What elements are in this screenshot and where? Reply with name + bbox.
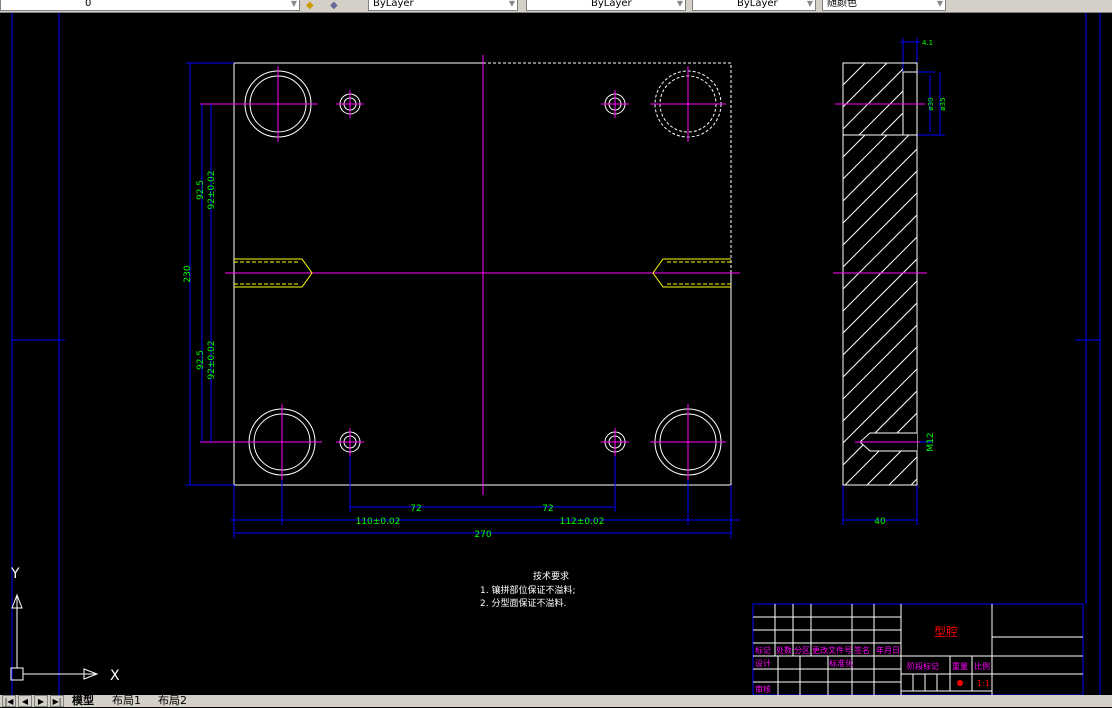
hatch-line	[843, 346, 917, 422]
layer-previous-icon[interactable]: ◆	[330, 0, 338, 11]
dim-92-5-lower: 92.5	[196, 350, 206, 370]
tb-scale-value: 1:1	[977, 679, 990, 688]
hatch-line	[843, 170, 917, 246]
lineweight-dropdown[interactable]: ByLayer ▼	[692, 0, 816, 11]
tb-part-name: 型腔	[934, 624, 958, 639]
hatch-line	[843, 390, 917, 466]
tab-model[interactable]: 模型	[72, 695, 94, 707]
ucs-x-label: X	[110, 668, 120, 684]
tab-layout1[interactable]: 布局1	[112, 695, 141, 707]
weight-marker	[957, 680, 963, 686]
chevron-down-icon: ▼	[936, 0, 943, 8]
layout-tab-bar: |◀ ◀ ▶ ▶| 模型 布局1 布局2	[0, 695, 1112, 707]
hatch-line	[843, 148, 917, 224]
hatch-line	[843, 280, 917, 356]
tb-change-doc: 更改文件号	[812, 645, 852, 655]
notes-line-1: 1. 镶拼部位保证不溢料;	[480, 584, 575, 596]
tb-design: 设计	[755, 658, 771, 668]
hatch-line	[843, 368, 917, 444]
hatch-line	[843, 214, 917, 290]
color-value: ByLayer	[373, 0, 414, 9]
tab-layout2[interactable]: 布局2	[158, 695, 187, 707]
hatch-line	[910, 478, 917, 485]
side-view	[833, 62, 927, 486]
plotstyle-dropdown[interactable]: 随颜色 ▼	[822, 0, 946, 11]
lineweight-value: ByLayer	[737, 0, 778, 9]
hatch-line	[843, 302, 917, 378]
properties-toolbar: 0 ▼ ◆ ◆ ByLayer ▼ ByLayer ▼ ByLayer ▼ 随颜色 ▼	[0, 0, 1112, 13]
tb-zone: 分区	[794, 646, 810, 655]
notes-line-2: 2. 分型面保证不溢料.	[480, 597, 566, 609]
dim-230: 230	[183, 265, 193, 282]
chevron-down-icon: ▼	[676, 0, 683, 8]
layer-value: 0	[85, 0, 92, 9]
tb-scale: 比例	[974, 661, 990, 671]
tb-date: 年月日	[876, 645, 900, 655]
tb-review: 审核	[755, 684, 771, 694]
dim-92-tol-lower: 92±0.02	[207, 340, 217, 379]
tb-standard: 标准化	[829, 658, 853, 668]
chevron-down-icon: ▼	[290, 0, 297, 8]
layer-dropdown[interactable]: 0 ▼	[0, 0, 300, 11]
next-tab-button[interactable]: ▶	[34, 695, 48, 707]
drawing-canvas[interactable]: 230 92.5 92±0.02 92.5 92±0.02 72 72 110±…	[0, 13, 1112, 695]
front-view	[200, 55, 740, 495]
chevron-down-icon: ▼	[508, 0, 515, 8]
hatch-line	[843, 258, 917, 334]
hatch-line	[843, 63, 844, 64]
linetype-dropdown[interactable]: ByLayer ▼	[526, 0, 686, 11]
plotstyle-value: 随颜色	[827, 0, 857, 9]
last-tab-button[interactable]: ▶|	[50, 695, 64, 707]
tb-sign: 签名	[854, 645, 870, 655]
linetype-value: ByLayer	[591, 0, 632, 9]
ucs-icon	[10, 593, 99, 681]
tb-stage: 阶段标记	[907, 661, 939, 671]
technical-notes: 技术要求 1. 镶拼部位保证不溢料; 2. 分型面保证不溢料.	[480, 570, 575, 609]
dim-bore-inner: ø30	[927, 97, 935, 110]
title-block: 标记 处数 分区 更改文件号 签名 年月日 设计 标准化 审核 阶段标记 重量 …	[752, 603, 1084, 695]
hatch-line	[843, 236, 917, 312]
tb-mark: 标记	[755, 645, 771, 655]
dim-m12: M12	[926, 432, 936, 451]
dim-112: 112±0.02	[560, 517, 605, 527]
dim-40: 40	[874, 517, 886, 527]
hatch-line	[843, 135, 910, 202]
chevron-down-icon: ▼	[806, 0, 813, 8]
hatch-line	[843, 192, 917, 268]
ucs-y-label: Y	[10, 566, 20, 582]
dim-bore-outer: ø35	[939, 97, 947, 110]
dim-72-right: 72	[542, 504, 553, 514]
notes-title: 技术要求	[533, 570, 569, 582]
tb-count: 处数	[776, 645, 792, 655]
layer-manager-icon[interactable]: ◆	[306, 0, 314, 11]
dim-72-left: 72	[410, 504, 421, 514]
dim-110: 110±0.02	[356, 517, 401, 527]
first-tab-button[interactable]: |◀	[2, 695, 16, 707]
dim-92-5-upper: 92.5	[196, 180, 206, 200]
hatch-line	[843, 324, 917, 400]
prev-tab-button[interactable]: ◀	[18, 695, 32, 707]
dim-270: 270	[474, 530, 491, 540]
color-dropdown[interactable]: ByLayer ▼	[368, 0, 518, 11]
dim-92-tol-upper: 92±0.02	[207, 170, 217, 209]
tb-weight: 重量	[952, 661, 968, 671]
dim-depth: 4.1	[922, 39, 933, 47]
